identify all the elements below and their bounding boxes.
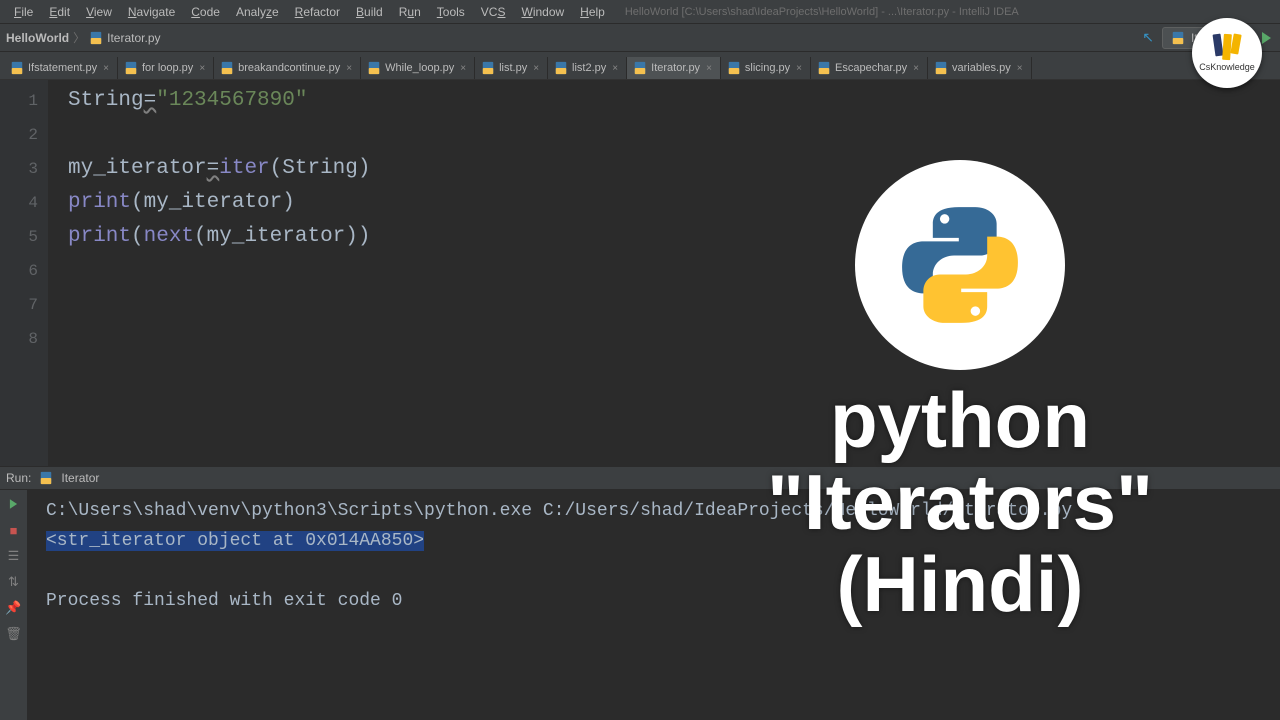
menu-run[interactable]: Run xyxy=(391,3,429,21)
menu-code[interactable]: Code xyxy=(183,3,228,21)
menu-navigate[interactable]: Navigate xyxy=(120,3,183,21)
menu-analyze[interactable]: Analyze xyxy=(228,3,287,21)
menu-file[interactable]: File xyxy=(6,3,41,21)
toolbar: HelloWorld 〉 Iterator.py ↖ Iterator xyxy=(0,24,1280,52)
close-icon[interactable]: × xyxy=(346,63,352,74)
breadcrumb-file[interactable]: Iterator.py xyxy=(89,31,160,45)
books-icon xyxy=(1214,34,1240,60)
close-icon[interactable]: × xyxy=(460,63,466,74)
console-cmd: C:\Users\shad\venv\python3\Scripts\pytho… xyxy=(46,501,1072,521)
close-icon[interactable]: × xyxy=(1017,63,1023,74)
rerun-icon[interactable] xyxy=(6,496,22,512)
channel-badge: CsKnowledge xyxy=(1192,18,1262,88)
tab-escapechar[interactable]: Escapechar.py× xyxy=(811,57,928,79)
menu-build[interactable]: Build xyxy=(348,3,391,21)
menu-refactor[interactable]: Refactor xyxy=(287,3,348,21)
console-line-selected: <str_iterator object at 0x014AA850> xyxy=(46,531,424,551)
editor[interactable]: 1 2 3 4 5 6 7 8 String="1234567890" my_i… xyxy=(0,80,1280,466)
console-exit: Process finished with exit code 0 xyxy=(46,591,402,611)
tab-slicing[interactable]: slicing.py× xyxy=(721,57,811,79)
run-panel-header: Run: Iterator xyxy=(0,466,1280,490)
menu-tools[interactable]: Tools xyxy=(429,3,473,21)
console-output[interactable]: C:\Users\shad\venv\python3\Scripts\pytho… xyxy=(28,490,1280,720)
close-icon[interactable]: × xyxy=(913,63,919,74)
soft-wrap-icon[interactable]: ⇅ xyxy=(6,574,22,590)
menu-vcs[interactable]: VCS xyxy=(473,3,514,21)
menu-help[interactable]: Help xyxy=(572,3,613,21)
window-title: HelloWorld [C:\Users\shad\IdeaProjects\H… xyxy=(625,6,1019,18)
menu-edit[interactable]: Edit xyxy=(41,3,78,21)
close-icon[interactable]: × xyxy=(103,63,109,74)
menu-window[interactable]: Window xyxy=(513,3,572,21)
run-sidebar: ■ ☰ ⇅ 📌 🗑 xyxy=(0,490,28,720)
close-icon[interactable]: × xyxy=(706,63,712,74)
tab-ifstatement[interactable]: Ifstatement.py× xyxy=(4,57,118,79)
close-icon[interactable]: × xyxy=(199,63,205,74)
close-icon[interactable]: × xyxy=(533,63,539,74)
python-file-icon xyxy=(89,31,103,45)
tab-variables[interactable]: variables.py× xyxy=(928,57,1032,79)
stop-icon[interactable]: ■ xyxy=(6,522,22,538)
tab-list2[interactable]: list2.py× xyxy=(548,57,627,79)
trash-icon[interactable]: 🗑 xyxy=(6,626,22,642)
channel-name: CsKnowledge xyxy=(1199,62,1255,72)
code-area[interactable]: String="1234567890" my_iterator=iter(Str… xyxy=(48,80,1280,466)
nav-back-icon[interactable]: ↖ xyxy=(1140,29,1156,46)
tab-list[interactable]: list.py× xyxy=(475,57,548,79)
tab-forloop[interactable]: for loop.py× xyxy=(118,57,214,79)
layout-icon[interactable]: ☰ xyxy=(6,548,22,564)
run-panel-title: Run: xyxy=(6,471,31,485)
editor-tabs: Ifstatement.py× for loop.py× breakandcon… xyxy=(0,52,1280,80)
menu-view[interactable]: View xyxy=(78,3,120,21)
pin-icon[interactable]: 📌 xyxy=(6,600,22,616)
tab-whileloop[interactable]: While_loop.py× xyxy=(361,57,475,79)
breadcrumb-project[interactable]: HelloWorld xyxy=(6,31,69,45)
python-file-icon xyxy=(1171,31,1185,45)
tab-iterator[interactable]: Iterator.py× xyxy=(627,57,721,79)
run-panel: ■ ☰ ⇅ 📌 🗑 C:\Users\shad\venv\python3\Scr… xyxy=(0,490,1280,720)
run-panel-tab[interactable]: Iterator xyxy=(61,471,99,485)
tab-breakcontinue[interactable]: breakandcontinue.py× xyxy=(214,57,361,79)
menubar: File Edit View Navigate Code Analyze Ref… xyxy=(0,0,1280,24)
chevron-right-icon: 〉 xyxy=(73,29,85,46)
breadcrumb: HelloWorld 〉 Iterator.py xyxy=(6,29,1134,46)
gutter: 1 2 3 4 5 6 7 8 xyxy=(0,80,48,466)
python-file-icon xyxy=(39,471,53,485)
close-icon[interactable]: × xyxy=(796,63,802,74)
play-icon xyxy=(1262,32,1271,44)
close-icon[interactable]: × xyxy=(612,63,618,74)
